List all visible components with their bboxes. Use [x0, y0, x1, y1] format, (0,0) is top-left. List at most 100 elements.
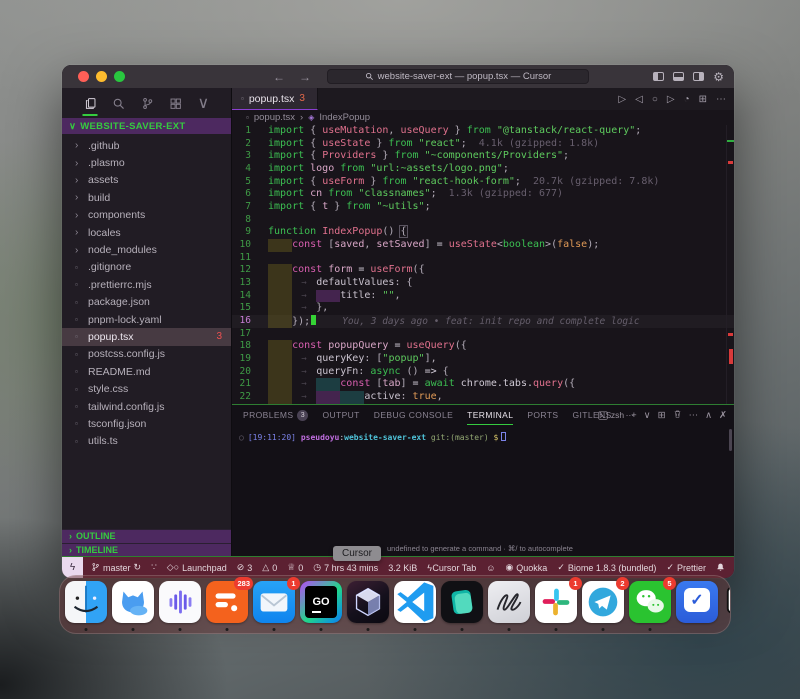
file-tree-item-style.css[interactable]: ▫style.css: [62, 380, 231, 397]
status-prettier[interactable]: ✓Prettier: [666, 562, 706, 573]
file-tree-item-popup.tsx[interactable]: ▫popup.tsx3: [62, 328, 231, 345]
title-bar[interactable]: ← → website-saver-ext — popup.tsx — Curs…: [62, 65, 734, 88]
split-terminal-icon[interactable]: ⊞: [658, 410, 666, 421]
dock-app-things-todo[interactable]: ✓: [676, 581, 718, 623]
file-tree-item-.github[interactable]: ›.github: [62, 137, 231, 154]
status-cursor-tab[interactable]: Cursor Tab: [432, 563, 476, 573]
code-line-10[interactable]: 10const [saved, setSaved] = useState<boo…: [232, 239, 734, 252]
more-icon[interactable]: ⋯: [689, 410, 699, 421]
split-editor-icon[interactable]: ⊞: [699, 94, 707, 105]
history-back-icon[interactable]: ←: [273, 70, 285, 84]
dock-app-cursor[interactable]: [347, 581, 389, 623]
dock-app-craft-dark[interactable]: [441, 581, 483, 623]
file-tree-item-tailwind.config.js[interactable]: ▫tailwind.config.js: [62, 398, 231, 415]
run-icon[interactable]: ▷: [618, 94, 626, 105]
dock-app-sketch-notes[interactable]: [488, 581, 530, 623]
status-warnings[interactable]: △0: [262, 562, 277, 573]
explorer-icon[interactable]: [84, 88, 97, 118]
tab-popup-tsx[interactable]: ▫ popup.tsx 3: [232, 88, 318, 110]
status-file-size[interactable]: 3.2 KiB: [388, 563, 417, 573]
zoom-window-button[interactable]: [114, 71, 125, 82]
status-plug[interactable]: ϟ: [427, 563, 432, 573]
code-line-1[interactable]: 1import { useMutation, useQuery } from "…: [232, 125, 734, 138]
dock-app-stacked-windows[interactable]: [723, 581, 731, 623]
status-biome[interactable]: ✓Biome 1.8.3 (bundled): [557, 562, 656, 573]
code-line-19[interactable]: 19→queryKey: ["popup"],: [232, 353, 734, 366]
panel-tab-ports[interactable]: PORTS: [527, 405, 558, 425]
outline-section[interactable]: › OUTLINE: [62, 529, 231, 543]
status-paw-extension[interactable]: ∵: [151, 562, 157, 573]
toggle-primary-sidebar-icon[interactable]: [653, 72, 664, 81]
file-tree-item-build[interactable]: ›build: [62, 189, 231, 206]
file-tree-item-.plasmo[interactable]: ›.plasmo: [62, 154, 231, 171]
search-view-icon[interactable]: [112, 88, 125, 118]
file-tree-item-utils.ts[interactable]: ▫utils.ts: [62, 433, 231, 450]
nav-forward-circle-icon[interactable]: ▷: [667, 94, 675, 105]
terminal[interactable]: ○[19:11:20] pseudoyu:website-saver-ext g…: [232, 425, 734, 442]
breadcrumb[interactable]: ▫ popup.tsx › ◈ IndexPopup: [232, 110, 734, 125]
code-line-18[interactable]: 18const popupQuery = useQuery({: [232, 340, 734, 353]
panel-tab-terminal[interactable]: TERMINAL: [467, 405, 513, 425]
history-forward-icon[interactable]: →: [299, 70, 311, 84]
code-line-20[interactable]: 20→queryFn: async () => {: [232, 366, 734, 379]
file-tree-item-README.md[interactable]: ▫README.md: [62, 363, 231, 380]
code-line-4[interactable]: 4import logo from "url:~assets/logo.png"…: [232, 163, 734, 176]
status-time-tracker[interactable]: ◷7 hrs 43 mins: [313, 562, 378, 573]
terminal-scrollbar[interactable]: [729, 429, 732, 451]
code-line-13[interactable]: 13→defaultValues: {: [232, 277, 734, 290]
code-line-17[interactable]: 17: [232, 328, 734, 341]
close-window-button[interactable]: [78, 71, 89, 82]
code-editor[interactable]: 1import { useMutation, useQuery } from "…: [232, 125, 734, 404]
code-line-7[interactable]: 7import { t } from "~utils";: [232, 201, 734, 214]
panel-tab-problems[interactable]: PROBLEMS3: [243, 405, 308, 425]
breadcrumb-file[interactable]: popup.tsx: [254, 112, 295, 123]
overview-ruler[interactable]: [726, 125, 734, 404]
panel-tab-output[interactable]: OUTPUT: [322, 405, 359, 425]
code-line-2[interactable]: 2import { useState } from "react"; 4.1k …: [232, 138, 734, 151]
code-line-9[interactable]: 9function IndexPopup() {: [232, 226, 734, 239]
code-line-14[interactable]: 14→title: "",: [232, 290, 734, 303]
explorer-section-header[interactable]: ∨ WEBSITE-SAVER-EXT: [62, 118, 231, 134]
dock-app-goland[interactable]: GO: [300, 581, 342, 623]
timeline-section[interactable]: › TIMELINE: [62, 543, 231, 557]
status-git-branch[interactable]: master↻: [91, 562, 141, 573]
code-line-21[interactable]: 21→const [tab] = await chrome.tabs.query…: [232, 378, 734, 391]
extensions-icon[interactable]: [169, 88, 182, 118]
minimize-window-button[interactable]: [96, 71, 107, 82]
dock-app-finder[interactable]: [65, 581, 107, 623]
code-line-11[interactable]: 11: [232, 252, 734, 265]
dock-app-audio-waveform[interactable]: [159, 581, 201, 623]
shell-selector[interactable]: zsh: [598, 410, 624, 420]
code-line-16[interactable]: 16});You, 3 days ago • feat: init repo a…: [232, 315, 734, 328]
status-crown-counter[interactable]: ♕0: [287, 562, 303, 573]
file-tree-item-.gitignore[interactable]: ▫.gitignore: [62, 259, 231, 276]
toggle-panel-icon[interactable]: [673, 72, 684, 81]
dock-app-slack[interactable]: 1: [535, 581, 577, 623]
file-tree-item-tsconfig.json[interactable]: ▫tsconfig.json: [62, 415, 231, 432]
file-tree-item-pnpm-lock.yaml[interactable]: ▫pnpm-lock.yaml: [62, 311, 231, 328]
panel-tab-debug-console[interactable]: DEBUG CONSOLE: [374, 405, 453, 425]
file-tree-item-postcss.config.js[interactable]: ▫postcss.config.js: [62, 346, 231, 363]
code-line-5[interactable]: 5import { useForm } from "react-hook-for…: [232, 176, 734, 189]
toggle-secondary-sidebar-icon[interactable]: [693, 72, 704, 81]
code-line-8[interactable]: 8: [232, 214, 734, 227]
code-line-22[interactable]: 22→active: true,: [232, 391, 734, 404]
code-line-15[interactable]: 15→},: [232, 302, 734, 315]
code-line-12[interactable]: 12const form = useForm({: [232, 264, 734, 277]
activity-more-chevron-icon[interactable]: ∨: [198, 88, 210, 118]
dock-app-telegram[interactable]: 2: [582, 581, 624, 623]
status-launchpad[interactable]: ◇○Launchpad: [167, 562, 227, 573]
code-line-3[interactable]: 3import { Providers } from "~components/…: [232, 150, 734, 163]
file-tree-item-assets[interactable]: ›assets: [62, 172, 231, 189]
breadcrumb-symbol[interactable]: IndexPopup: [319, 112, 370, 123]
nav-circle-icon[interactable]: ○: [652, 94, 658, 105]
settings-gear-icon[interactable]: ⚙: [713, 71, 724, 83]
file-tree-item-.prettierrc.mjs[interactable]: ▫.prettierrc.mjs: [62, 276, 231, 293]
status-errors[interactable]: ⊘3: [237, 562, 253, 573]
file-tree-item-package.json[interactable]: ▫package.json: [62, 294, 231, 311]
dock-app-feed-reader[interactable]: 283: [206, 581, 248, 623]
dock-app-fox-rss[interactable]: [112, 581, 154, 623]
more-icon[interactable]: ⋯: [716, 94, 726, 105]
dock-app-wechat[interactable]: 5: [629, 581, 671, 623]
file-tree-item-locales[interactable]: ›locales: [62, 224, 231, 241]
